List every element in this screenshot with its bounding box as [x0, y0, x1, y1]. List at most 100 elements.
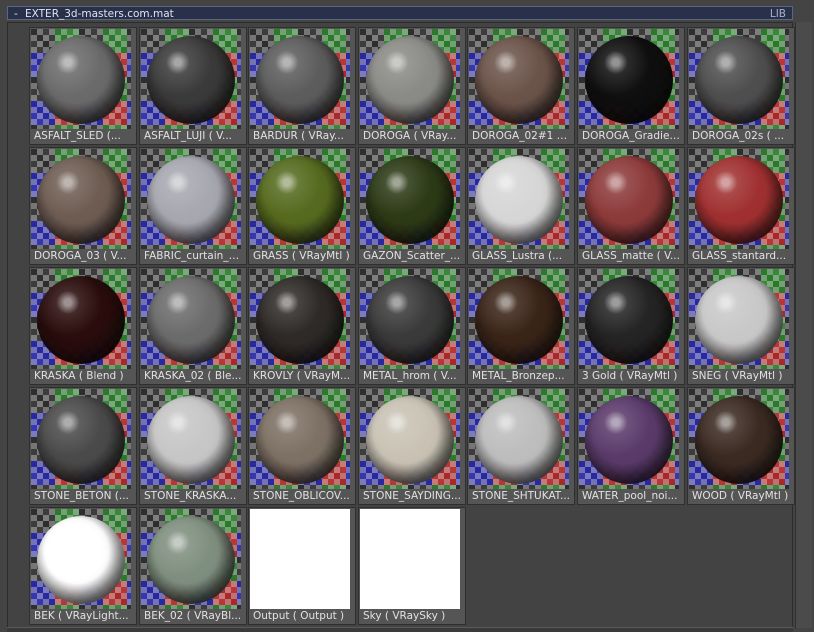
material-sphere-preview	[695, 36, 783, 124]
material-slot[interactable]: DOROGA_03 ( V...	[29, 147, 137, 265]
collapse-rollout-button[interactable]: -	[14, 7, 18, 21]
material-sphere-preview	[147, 156, 235, 244]
material-preview-thumbnail	[360, 29, 460, 129]
material-sphere-preview	[147, 396, 235, 484]
material-slot-label: BARDUR ( VRay...	[253, 130, 344, 142]
material-slot-label: KRASKA ( Blend )	[34, 370, 124, 382]
material-slot-label: Output ( Output )	[253, 610, 345, 622]
material-slot[interactable]: BEK ( VRayLight...	[29, 507, 137, 625]
material-slot-label: WOOD ( VRayMtl )	[692, 490, 789, 502]
material-slot[interactable]: DOROGA_02s ( ...	[687, 27, 795, 145]
material-preview-thumbnail	[31, 269, 131, 369]
material-slot[interactable]: SNEG ( VRayMtl )	[687, 267, 795, 385]
material-sphere-preview	[366, 156, 454, 244]
material-preview-thumbnail	[579, 29, 679, 129]
material-slot-label: STONE_KRASKA...	[144, 490, 237, 502]
material-sphere-preview	[366, 396, 454, 484]
material-slot[interactable]: GRASS ( VRayMtl )	[248, 147, 356, 265]
material-preview-thumbnail	[31, 389, 131, 489]
material-sphere-preview	[37, 276, 125, 364]
material-slot[interactable]: KROVLY ( VRayM...	[248, 267, 356, 385]
material-preview-thumbnail	[689, 269, 789, 369]
lib-badge: LIB	[769, 8, 786, 20]
material-sphere-preview	[147, 276, 235, 364]
material-preview-thumbnail	[141, 269, 241, 369]
material-slot[interactable]: DOROGA_02#1 (...	[467, 27, 575, 145]
material-sphere-preview	[256, 276, 344, 364]
material-sphere-preview	[475, 36, 563, 124]
material-slot-label: STONE_BETON (...	[34, 490, 129, 502]
material-slot[interactable]: BEK_02 ( VRayBl...	[139, 507, 247, 625]
panel-bottom-edge	[7, 627, 793, 632]
material-preview-thumbnail	[31, 29, 131, 129]
material-sphere-preview	[475, 396, 563, 484]
material-slot[interactable]: GLASS_Lustra (...	[467, 147, 575, 265]
material-slot[interactable]: STONE_OBLICOV...	[248, 387, 356, 505]
material-slot[interactable]: 3 Gold ( VRayMtl )	[577, 267, 685, 385]
material-slot-label: SNEG ( VRayMtl )	[692, 370, 783, 382]
material-preview-thumbnail	[469, 269, 569, 369]
material-sphere-preview	[475, 156, 563, 244]
material-sphere-preview	[256, 36, 344, 124]
material-preview-thumbnail	[141, 389, 241, 489]
material-slot-label: DOROGA_Gradien...	[582, 130, 680, 142]
material-preview-thumbnail	[31, 509, 131, 609]
material-sphere-preview	[147, 36, 235, 124]
material-slot-label: GRASS ( VRayMtl )	[253, 250, 350, 262]
material-slot[interactable]: GLASS_matte ( V...	[577, 147, 685, 265]
material-slot[interactable]: KRASKA ( Blend )	[29, 267, 137, 385]
library-file-title: EXTER_3d-masters.com.mat	[25, 8, 174, 20]
material-preview-thumbnail	[579, 269, 679, 369]
material-slot-label: STONE_SAYDING...	[363, 490, 461, 502]
material-slot[interactable]: METAL_hrom ( V...	[358, 267, 466, 385]
material-slot[interactable]: STONE_BETON (...	[29, 387, 137, 505]
vertical-scrollbar[interactable]	[795, 22, 812, 628]
material-slot[interactable]: WOOD ( VRayMtl )	[687, 387, 795, 505]
material-slot-label: FABRIC_curtain_t...	[144, 250, 242, 262]
material-slot[interactable]: ASFALT_LUJI ( V...	[139, 27, 247, 145]
material-preview-thumbnail	[250, 269, 350, 369]
material-library-title-bar[interactable]: - EXTER_3d-masters.com.mat LIB	[7, 6, 793, 20]
material-slot[interactable]: METAL_Bronzep...	[467, 267, 575, 385]
material-preview-thumbnail	[141, 509, 241, 609]
material-slot-label: KRASKA_02 ( Ble...	[144, 370, 242, 382]
material-sphere-preview	[147, 516, 235, 604]
material-slot[interactable]: Output ( Output )	[248, 507, 356, 625]
material-slot[interactable]: BARDUR ( VRay...	[248, 27, 356, 145]
material-slot-label: 3 Gold ( VRayMtl )	[582, 370, 678, 382]
material-slot[interactable]: DOROGA_Gradien...	[577, 27, 685, 145]
material-preview-thumbnail	[469, 29, 569, 129]
material-slot-label: DOROGA_02s ( ...	[692, 130, 785, 142]
material-sphere-preview	[585, 156, 673, 244]
material-slot-label: STONE_OBLICOV...	[253, 490, 350, 502]
material-slot-label: WATER_pool_noi...	[582, 490, 678, 502]
material-preview-thumbnail	[469, 149, 569, 249]
material-preview-thumbnail	[360, 389, 460, 489]
material-slot[interactable]: FABRIC_curtain_t...	[139, 147, 247, 265]
material-preview-thumbnail	[579, 389, 679, 489]
material-slot[interactable]: Sky ( VRaySky )	[358, 507, 466, 625]
material-sphere-preview	[695, 396, 783, 484]
material-slot-label: GAZON_Scatter_...	[363, 250, 461, 262]
material-slot[interactable]: GLASS_stantard...	[687, 147, 795, 265]
material-sphere-preview	[366, 276, 454, 364]
material-slot[interactable]: GAZON_Scatter_...	[358, 147, 466, 265]
material-slot[interactable]: ASFALT_SLED (...	[29, 27, 137, 145]
material-preview-thumbnail	[689, 29, 789, 129]
material-slot[interactable]: STONE_SHTUKAT...	[467, 387, 575, 505]
material-slot[interactable]: WATER_pool_noi...	[577, 387, 685, 505]
material-slot-label: ASFALT_LUJI ( V...	[144, 130, 232, 142]
material-slot-label: DOROGA_03 ( V...	[34, 250, 127, 262]
material-slot[interactable]: DOROGA ( VRay...	[358, 27, 466, 145]
material-preview-thumbnail	[579, 149, 679, 249]
material-preview-thumbnail	[141, 149, 241, 249]
material-sphere-preview	[256, 156, 344, 244]
material-sphere-preview	[585, 36, 673, 124]
material-sphere-preview	[37, 396, 125, 484]
material-slot[interactable]: STONE_SAYDING...	[358, 387, 466, 505]
material-sphere-preview	[585, 396, 673, 484]
material-slot[interactable]: STONE_KRASKA...	[139, 387, 247, 505]
material-slot[interactable]: KRASKA_02 ( Ble...	[139, 267, 247, 385]
material-sphere-preview	[585, 276, 673, 364]
material-slot-label: BEK_02 ( VRayBl...	[144, 610, 242, 622]
